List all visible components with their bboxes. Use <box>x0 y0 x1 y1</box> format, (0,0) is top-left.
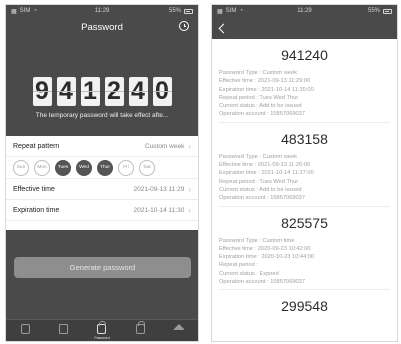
generate-password-button[interactable]: Generate password <box>14 257 191 278</box>
carrier-label: SIM <box>19 8 31 14</box>
record-status: Current status : Add to be issued <box>219 103 302 110</box>
password-record: 941240 Password Type : Custom week Effec… <box>212 39 397 123</box>
expiration-time-row[interactable]: Expiration time 2021-10-14 11:30 › <box>6 200 198 221</box>
expiration-time-value: 2021-10-14 11:30 <box>133 206 185 214</box>
record-effective-time: Effective time : 2021-09-13 11:29:00 <box>219 78 311 85</box>
chevron-right-icon: › <box>188 205 191 215</box>
record-repeat-period: Repeat period : <box>219 262 258 269</box>
record-type: Password Type : Custom week <box>219 153 297 160</box>
battery-percent: 55% <box>367 8 380 14</box>
record-effective-time: Effective time : 2020-09-23 10:42:00 <box>219 245 311 252</box>
record-expiration-time: Expiration time : 2020-10-23 10:44:00 <box>219 254 315 261</box>
battery-indicator: 55% <box>368 8 392 14</box>
day-toggle-wed[interactable]: Wed <box>76 159 92 176</box>
repeat-pattern-row[interactable]: Repeat pattern Custom week › <box>6 136 198 157</box>
record-expiration-time: Expiration time : 2021-10-14 11:27:00 <box>219 170 314 177</box>
weekday-selector: Sun Mon Tues Wed Thur Fri Sat <box>6 157 198 179</box>
sim-icon: ▦ <box>11 8 17 15</box>
password-digit: 4 <box>128 77 148 106</box>
record-account: Operation account : 15857069037 <box>219 195 306 202</box>
record-password-code: 299548 <box>281 298 328 315</box>
effective-time-label: Effective time <box>13 185 55 193</box>
nav-bar <box>212 17 397 39</box>
day-toggle-thur[interactable]: Thur <box>97 159 113 176</box>
day-toggle-fri[interactable]: Fri <box>118 159 134 176</box>
password-digit: 4 <box>56 77 76 106</box>
battery-icon <box>184 8 193 14</box>
record-repeat-period: Repeat period : Tues Wed Thur <box>219 94 299 101</box>
home-icon <box>172 324 185 330</box>
password-record: 483158 Password Type : Custom week Effec… <box>212 123 397 207</box>
tab-home[interactable] <box>165 324 193 332</box>
battery-percent: 55% <box>168 8 181 14</box>
record-password-code: 483158 <box>281 130 328 147</box>
day-toggle-sun[interactable]: Sun <box>13 159 29 176</box>
record-expiration-time: Expiration time : 2021-10-14 11:30:00 <box>219 86 314 93</box>
sim-icon: ▦ <box>217 8 223 15</box>
effective-time-row[interactable]: Effective time 2021-09-13 11:29 › <box>6 179 198 200</box>
battery-icon <box>383 8 392 14</box>
page-title: Password <box>81 21 123 33</box>
tab-records[interactable] <box>50 324 78 336</box>
record-status: Current status : Add to be issued <box>219 186 302 193</box>
status-bar: ▦ SIM ◔ 11:29 55% <box>212 5 397 17</box>
record-account: Operation account : 15857069037 <box>219 111 306 118</box>
record-account: Operation account : 15857069037 <box>219 279 306 286</box>
list-icon <box>59 324 69 334</box>
record-repeat-period: Repeat period : Tues Wed Thur <box>219 178 299 185</box>
day-toggle-sat[interactable]: Sat <box>139 159 155 176</box>
record-type: Password Type : Custom week <box>219 70 297 76</box>
device-icon <box>20 324 30 334</box>
password-record: 299548 <box>212 290 397 320</box>
repeat-pattern-label: Repeat pattern <box>13 142 60 150</box>
password-digit: 2 <box>104 77 124 106</box>
record-password-code: 941240 <box>281 47 328 63</box>
lock-icon <box>97 321 107 334</box>
settings-panel: Repeat pattern Custom week › Sun Mon Tue… <box>6 136 198 230</box>
expiration-time-label: Expiration time <box>13 206 60 214</box>
password-digit: 1 <box>80 77 100 106</box>
record-type: Password Type : Custom time <box>219 237 295 244</box>
bottom-tab-bar: Password <box>6 319 198 341</box>
password-digits: 9 4 1 2 4 0 <box>6 77 198 106</box>
chevron-right-icon: › <box>188 184 191 194</box>
nav-bar: Password <box>6 17 198 37</box>
wifi-icon: ◔ <box>239 8 243 14</box>
history-clock-icon[interactable] <box>179 21 189 31</box>
effective-time-value: 2021-09-13 11:29 <box>133 185 185 193</box>
status-bar: ▦ SIM ◔ 11:29 55% <box>6 5 198 17</box>
tab-device[interactable] <box>11 324 39 336</box>
effect-notice: The temporary password will take effect … <box>35 112 169 119</box>
password-screen: ▦ SIM ◔ 11:29 55% Password 9 4 1 2 4 0 T… <box>5 4 199 342</box>
record-status: Current status : Expired <box>219 270 279 277</box>
repeat-pattern-value: Custom week <box>144 142 185 150</box>
wifi-icon: ◔ <box>33 8 37 14</box>
back-arrow-icon[interactable] <box>218 23 229 33</box>
tab-lock[interactable] <box>126 321 154 336</box>
tab-password[interactable]: Password <box>88 321 116 340</box>
carrier-indicator: ▦ SIM ◔ <box>11 8 37 15</box>
password-digit: 9 <box>32 77 52 106</box>
battery-indicator: 55% <box>169 8 193 14</box>
password-records-screen: ▦ SIM ◔ 11:29 55% 941240 Password Type :… <box>211 4 398 342</box>
record-password-code: 825575 <box>281 214 328 231</box>
carrier-indicator: ▦ SIM ◔ <box>217 8 243 15</box>
day-toggle-tues[interactable]: Tues <box>55 159 71 176</box>
password-digit: 0 <box>152 77 172 106</box>
lock-outline-icon <box>135 321 145 334</box>
chevron-right-icon: › <box>188 141 191 151</box>
password-record: 825575 Password Type : Custom time Effec… <box>212 207 397 291</box>
record-effective-time: Effective time : 2021-09-13 11:26:00 <box>219 162 311 169</box>
day-toggle-mon[interactable]: Mon <box>34 159 50 176</box>
carrier-label: SIM <box>225 8 237 14</box>
